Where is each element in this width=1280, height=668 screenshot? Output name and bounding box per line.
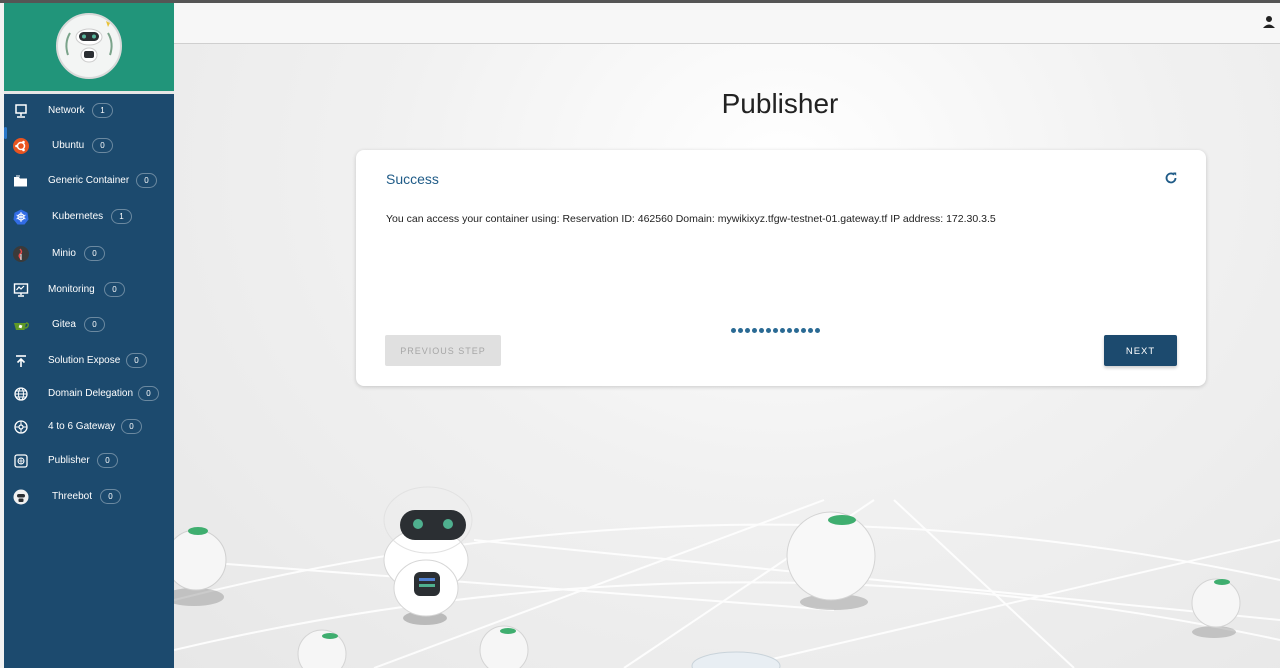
step-dot [731,328,736,333]
step-dot [766,328,771,333]
sidebar-item-domain-delegation[interactable]: Domain Delegation 0 [4,379,174,409]
folder-icon [13,173,29,189]
count-badge: 1 [92,103,113,118]
step-dot [780,328,785,333]
sidebar-item-gitea[interactable]: Gitea 0 [4,310,174,340]
step-dot [752,328,757,333]
count-badge: 0 [97,453,118,468]
count-badge: 0 [138,386,159,401]
sidebar-item-minio[interactable]: Minio 0 [4,239,174,269]
refresh-icon[interactable] [1164,171,1178,185]
step-dot [794,328,799,333]
sidebar-item-ubuntu[interactable]: Ubuntu 0 [4,131,174,161]
minio-icon [13,246,29,262]
count-badge: 0 [84,246,105,261]
sidebar-item-label: Gitea [52,319,76,330]
sidebar-item-label: Threebot [52,491,93,502]
top-app-bar [174,3,1280,44]
logo-area [4,3,174,94]
ubuntu-icon [13,138,29,154]
count-badge: 0 [100,489,121,504]
account-icon[interactable] [1262,15,1276,29]
sidebar-item-kubernetes[interactable]: Kubernetes 1 [4,202,174,232]
sidebar-item-label: Publisher [48,455,90,466]
sidebar-item-monitoring[interactable]: Monitoring 0 [4,275,174,305]
sidebar-item-label: Kubernetes [52,211,104,222]
sidebar-item-solution-expose[interactable]: Solution Expose 0 [4,346,174,376]
sidebar-item-generic-container[interactable]: Generic Container 0 [4,166,174,196]
gitea-icon [13,317,29,333]
step-dot [759,328,764,333]
step-dot [801,328,806,333]
gateway-icon [13,419,29,435]
sidebar-item-label: Ubuntu [52,140,85,151]
count-badge: 0 [92,138,113,153]
sidebar: Network 1 Ubuntu 0 Generic Container 0 K… [4,3,174,668]
result-card: Success You can access your container us… [356,150,1206,386]
count-badge: 0 [104,282,125,297]
sidebar-item-network[interactable]: Network 1 [4,96,174,126]
upload-icon [13,353,29,369]
count-badge: 0 [126,353,147,368]
step-dot [773,328,778,333]
web-icon [13,453,29,469]
step-dot [815,328,820,333]
monitoring-icon [13,282,29,298]
sidebar-item-label: Domain Delegation [48,388,134,399]
threebot-icon [13,489,29,505]
next-button[interactable]: NEXT [1104,335,1177,366]
step-dot [738,328,743,333]
sidebar-item-threebot[interactable]: Threebot 0 [4,482,174,512]
sidebar-item-label: Solution Expose [48,355,121,366]
sidebar-item-label: Network [48,105,85,116]
step-dot [808,328,813,333]
count-badge: 0 [136,173,157,188]
step-dot [787,328,792,333]
count-badge: 0 [84,317,105,332]
previous-step-button[interactable]: PREVIOUS STEP [385,335,501,366]
sidebar-item-label: Monitoring [48,284,95,295]
step-dot [745,328,750,333]
monitor-icon [13,103,29,119]
card-title: Success [386,171,439,187]
globe-icon [13,386,29,402]
sidebar-item-label: Generic Container [48,175,130,186]
page-title: Publisher [721,88,839,119]
threebot-logo [56,13,122,79]
sidebar-item-label: 4 to 6 Gateway [48,421,116,432]
kubernetes-icon [13,209,29,225]
step-indicator [731,328,820,333]
success-message: You can access your container using: Res… [386,213,996,225]
sidebar-item-label: Minio [52,248,76,259]
count-badge: 1 [111,209,132,224]
robot-scene-illustration [164,440,1280,668]
sidebar-item-publisher[interactable]: Publisher 0 [4,446,174,476]
count-badge: 0 [121,419,142,434]
sidebar-item-4-to-6-gateway[interactable]: 4 to 6 Gateway 0 [4,412,174,442]
